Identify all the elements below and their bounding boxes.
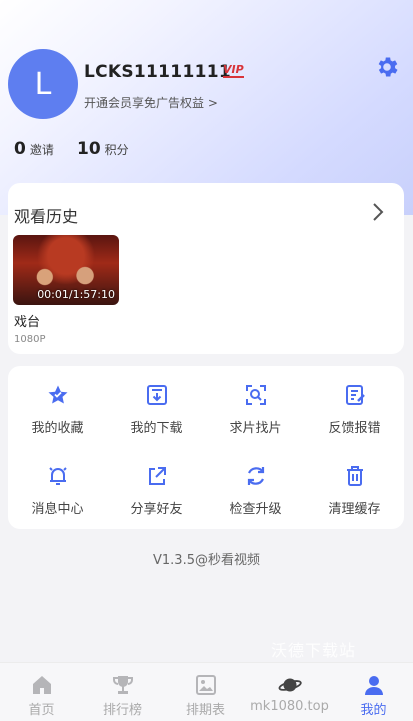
watermark-text: 沃德下载站 bbox=[271, 641, 357, 660]
username: LCKS11111111 bbox=[84, 62, 231, 82]
watch-history-card: 观看历史 00:01/1:57:10 戏台 1080P bbox=[8, 183, 404, 354]
tab-schedule-label: 排期表 bbox=[185, 703, 225, 718]
avatar-letter: L bbox=[34, 66, 52, 102]
invites-count: 0 bbox=[14, 139, 26, 159]
favorites-button[interactable]: 我的收藏 bbox=[8, 383, 107, 453]
tab-home[interactable]: 首页 bbox=[0, 663, 83, 721]
scan-search-icon bbox=[245, 385, 266, 405]
home-icon bbox=[32, 676, 51, 694]
check-update-button[interactable]: 检查升级 bbox=[206, 464, 305, 534]
messages-label: 消息中心 bbox=[31, 502, 84, 517]
app-version: V1.3.5@秒看视频 bbox=[153, 553, 260, 568]
tab-home-label: 首页 bbox=[28, 703, 55, 718]
clear-cache-label: 清理缓存 bbox=[328, 502, 381, 517]
feedback-icon bbox=[345, 385, 365, 405]
gear-icon[interactable] bbox=[374, 54, 400, 80]
invites-label: 邀请 bbox=[29, 143, 54, 157]
refresh-icon bbox=[247, 467, 264, 485]
tab-ranking-label: 排行榜 bbox=[102, 703, 142, 718]
messages-button[interactable]: 消息中心 bbox=[8, 464, 107, 534]
share-icon bbox=[148, 467, 166, 485]
favorites-label: 我的收藏 bbox=[31, 421, 84, 436]
schedule-icon bbox=[195, 675, 216, 695]
tab-site-label: mk1080.top bbox=[250, 699, 329, 714]
downloads-button[interactable]: 我的下载 bbox=[107, 383, 206, 453]
request-video-label: 求片找片 bbox=[229, 421, 282, 436]
tools-card: 我的收藏 我的下载 求片找片 反馈报错 消息中心 分享好友 检查升级 清理缓存 bbox=[8, 366, 404, 529]
downloads-label: 我的下载 bbox=[130, 421, 183, 436]
tab-mine[interactable]: 我的 bbox=[332, 663, 413, 721]
tab-site[interactable]: mk1080.top bbox=[248, 663, 331, 721]
tab-schedule[interactable]: 排期表 bbox=[164, 663, 247, 721]
points-stat[interactable]: 10 积分 bbox=[77, 139, 129, 159]
check-update-label: 检查升级 bbox=[229, 502, 282, 517]
bell-icon bbox=[48, 467, 67, 485]
share-label: 分享好友 bbox=[130, 502, 183, 517]
trophy-icon bbox=[112, 676, 133, 694]
invites-stat[interactable]: 0 邀请 bbox=[14, 139, 54, 159]
trash-icon bbox=[346, 466, 363, 486]
history-item-resolution: 1080P bbox=[14, 334, 46, 345]
clear-cache-button[interactable]: 清理缓存 bbox=[305, 464, 404, 534]
points-label: 积分 bbox=[104, 143, 129, 157]
feedback-button[interactable]: 反馈报错 bbox=[305, 383, 404, 453]
user-icon bbox=[364, 676, 383, 695]
points-count: 10 bbox=[77, 139, 101, 159]
history-progress-time: 00:01/1:57:10 bbox=[37, 288, 115, 301]
history-item-title[interactable]: 戏台 bbox=[14, 311, 40, 330]
feedback-label: 反馈报错 bbox=[328, 421, 381, 436]
request-video-button[interactable]: 求片找片 bbox=[206, 383, 305, 453]
vip-promo-link[interactable]: 开通会员享免广告权益 > bbox=[84, 94, 218, 111]
share-button[interactable]: 分享好友 bbox=[107, 464, 206, 534]
download-icon bbox=[146, 385, 167, 405]
bottom-tab-bar: 首页 排行榜 排期表 mk1080.top 我的 bbox=[0, 662, 413, 721]
planet-icon bbox=[278, 678, 302, 692]
tab-ranking[interactable]: 排行榜 bbox=[81, 663, 164, 721]
tab-mine-label: 我的 bbox=[360, 703, 387, 718]
chevron-right-icon[interactable] bbox=[371, 201, 385, 223]
star-icon bbox=[48, 385, 67, 404]
history-thumbnail[interactable]: 00:01/1:57:10 bbox=[13, 235, 119, 305]
avatar[interactable]: L bbox=[8, 49, 78, 119]
history-title: 观看历史 bbox=[14, 207, 79, 226]
vip-badge: VIP bbox=[223, 63, 244, 78]
